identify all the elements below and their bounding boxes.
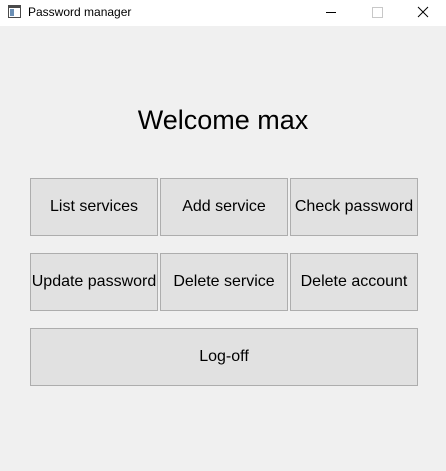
close-button[interactable] [400, 0, 446, 26]
log-off-button[interactable]: Log-off [30, 328, 418, 386]
add-service-label: Add service [182, 198, 266, 215]
list-services-label: List services [49, 198, 139, 215]
window-title: Password manager [28, 5, 132, 19]
check-password-button[interactable]: Check password [290, 178, 418, 236]
title-bar[interactable]: Password manager [0, 0, 446, 26]
app-window: Password manager Welcome max List servic… [0, 0, 446, 471]
minimize-button[interactable] [308, 0, 354, 26]
delete-account-label: Delete account [300, 273, 408, 290]
log-off-label: Log-off [199, 348, 249, 365]
delete-account-button[interactable]: Delete account [290, 253, 418, 311]
list-services-button[interactable]: List services [30, 178, 158, 236]
maximize-button[interactable] [354, 0, 400, 26]
welcome-heading: Welcome max [137, 105, 309, 135]
add-service-button[interactable]: Add service [160, 178, 288, 236]
delete-service-button[interactable]: Delete service [160, 253, 288, 311]
check-password-label: Check password [294, 198, 414, 215]
app-window-icon [8, 5, 21, 18]
update-password-label: Update password [31, 273, 157, 290]
update-password-button[interactable]: Update password [30, 253, 158, 311]
delete-service-label: Delete service [173, 273, 275, 290]
